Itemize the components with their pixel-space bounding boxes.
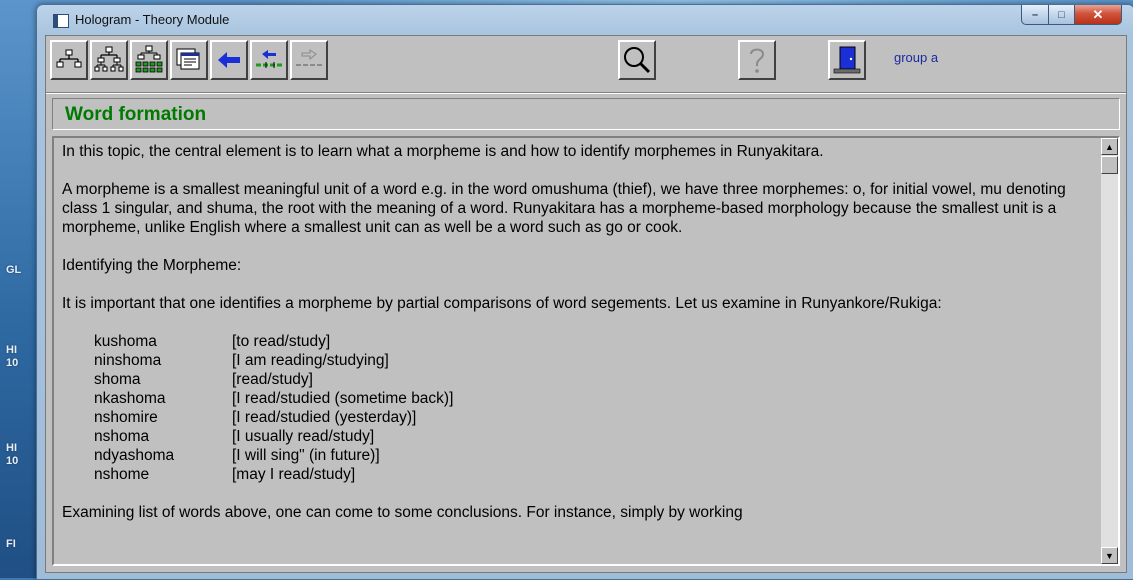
vocab-row: kushoma [to read/study] <box>94 332 1092 351</box>
search-button[interactable] <box>618 40 656 80</box>
client-area: group a Word formation In this topic, th… <box>45 35 1127 573</box>
toolbar: group a <box>46 36 1126 93</box>
desktop-icon-label[interactable]: HI <box>6 442 17 455</box>
full-tree-icon <box>135 45 163 73</box>
app-icon[interactable] <box>53 14 69 28</box>
help-icon <box>750 48 765 73</box>
maximize-button[interactable]: □ <box>1049 5 1075 25</box>
vocab-word: nshome <box>94 466 150 483</box>
app-window: Hologram - Theory Module – □ ✕ group a W… <box>36 4 1133 580</box>
paragraph: Examining list of words above, one can c… <box>62 504 743 521</box>
title-bar[interactable]: Hologram - Theory Module – □ ✕ <box>37 5 1133 35</box>
vocab-word: ndyashoma <box>94 447 175 464</box>
vocab-word: nshoma <box>94 428 150 445</box>
vocab-word: kushoma <box>94 333 157 350</box>
desktop-icon-label[interactable]: HI <box>6 344 17 357</box>
back-arrow-icon <box>218 52 240 68</box>
paragraph: A morpheme is a smallest meaningful unit… <box>62 181 1066 236</box>
topic-tree-button[interactable] <box>50 40 88 80</box>
next-page-icon <box>296 49 322 66</box>
desktop-icon-label[interactable]: GL <box>6 264 21 277</box>
window-title: Hologram - Theory Module <box>75 12 230 27</box>
vocab-row: ndyashoma [I will sing" (in future)] <box>94 446 1092 465</box>
scroll-down-button[interactable]: ▼ <box>1101 547 1118 564</box>
help-button[interactable] <box>738 40 776 80</box>
vocab-word: shoma <box>94 371 141 388</box>
magnifier-icon <box>624 47 651 74</box>
page-title: Word formation <box>65 104 207 125</box>
vocab-gloss: [I read/studied (sometime back)] <box>232 390 454 407</box>
pages-button[interactable] <box>170 40 208 80</box>
vocab-gloss: [I read/studied (yesterday)] <box>232 409 417 426</box>
vocab-row: nshome [may I read/study] <box>94 465 1092 484</box>
paragraph: Identifying the Morpheme: <box>62 257 242 274</box>
vocab-word: ninshoma <box>94 352 162 369</box>
vocab-gloss: [I usually read/study] <box>232 428 375 445</box>
toolbar-divider <box>46 93 1126 94</box>
vocab-row: nshoma [I usually read/study] <box>94 427 1092 446</box>
content-text: In this topic, the central element is to… <box>62 142 1092 541</box>
vocab-gloss: [I will sing" (in future)] <box>232 447 380 464</box>
minimize-button[interactable]: – <box>1021 5 1049 25</box>
desktop-icon-label[interactable]: 10 <box>6 455 18 468</box>
exit-door-icon <box>833 46 861 74</box>
topic-tree-icon <box>56 49 82 68</box>
previous-page-icon <box>256 50 282 68</box>
full-tree-button[interactable] <box>130 40 168 80</box>
content-pane[interactable]: In this topic, the central element is to… <box>52 136 1120 566</box>
previous-page-button[interactable] <box>250 40 288 80</box>
vocab-row: shoma [read/study] <box>94 370 1092 389</box>
next-page-button[interactable] <box>290 40 328 80</box>
vocab-word: nshomire <box>94 409 158 426</box>
vocab-gloss: [read/study] <box>232 371 313 388</box>
back-button[interactable] <box>210 40 248 80</box>
vocab-gloss: [to read/study] <box>232 333 331 350</box>
group-label: group a <box>894 50 939 65</box>
vocab-word: nkashoma <box>94 390 166 407</box>
vocab-row: ninshoma [I am reading/studying] <box>94 351 1092 370</box>
close-button[interactable]: ✕ <box>1075 5 1122 25</box>
scroll-thumb[interactable] <box>1101 156 1118 174</box>
subtopic-tree-icon <box>94 46 124 72</box>
vertical-scrollbar[interactable]: ▲ ▼ <box>1101 138 1118 564</box>
heading-bar: Word formation <box>52 98 1120 130</box>
pages-icon <box>176 48 200 70</box>
window-controls: – □ ✕ <box>1021 5 1122 25</box>
desktop-icon-label[interactable]: 10 <box>6 357 18 370</box>
subtopic-tree-button[interactable] <box>90 40 128 80</box>
scroll-up-button[interactable]: ▲ <box>1101 138 1118 155</box>
exit-button[interactable] <box>828 40 866 80</box>
desktop-icon-label[interactable]: FI <box>6 538 16 551</box>
vocab-row: nkashoma [I read/studied (sometime back)] <box>94 389 1092 408</box>
paragraph: In this topic, the central element is to… <box>62 143 824 160</box>
paragraph: It is important that one identifies a mo… <box>62 295 942 312</box>
vocab-list: kushoma [to read/study] ninshoma [I am rea… <box>94 332 1092 484</box>
vocab-gloss: [may I read/study] <box>232 466 356 483</box>
vocab-gloss: [I am reading/studying] <box>232 352 389 369</box>
vocab-row: nshomire [I read/studied (yesterday)] <box>94 408 1092 427</box>
